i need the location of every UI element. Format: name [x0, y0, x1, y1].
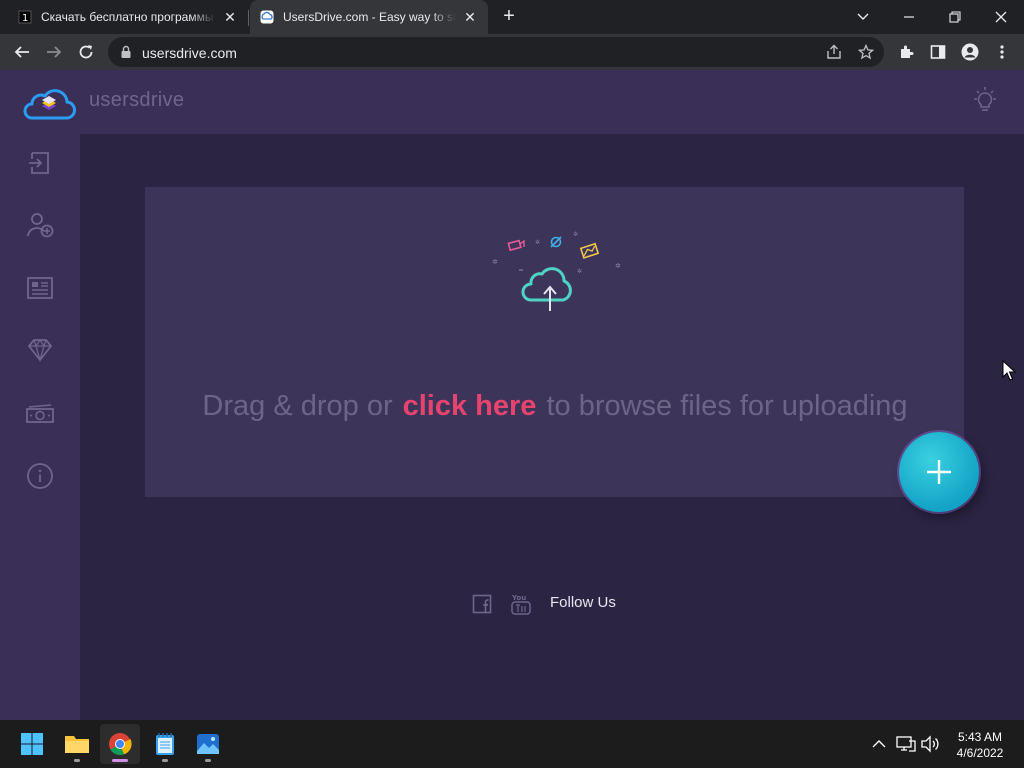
extensions-icon[interactable] [894, 40, 918, 64]
sidebar [0, 134, 80, 720]
upload-text-after: to browse files for uploading [546, 390, 908, 422]
page-content: usersdrive ✲ ✲ ✲ ✲ ✲ Drag & drop or clic… [0, 70, 1024, 720]
taskbar: 5:43 AM 4/6/2022 [0, 720, 1024, 768]
volume-icon[interactable] [920, 734, 940, 754]
share-icon[interactable] [824, 42, 844, 62]
usersdrive-logo-icon[interactable] [22, 82, 76, 127]
start-icon[interactable] [12, 724, 52, 764]
side-panel-icon[interactable] [926, 40, 950, 64]
clock-date: 4/6/2022 [956, 746, 1004, 760]
add-user-icon[interactable] [24, 209, 56, 241]
clock-time: 5:43 AM [957, 730, 1003, 744]
info-icon[interactable] [24, 460, 56, 492]
upload-dropzone[interactable]: ✲ ✲ ✲ ✲ ✲ Drag & drop or click here to bro… [145, 187, 964, 497]
minimize-icon[interactable] [886, 0, 932, 34]
add-file-button[interactable] [899, 432, 979, 512]
chrome-icon[interactable] [100, 724, 140, 764]
tab-strip: 1 Скачать бесплатно программы ✕ UsersDri… [0, 0, 1024, 34]
mouse-cursor-icon [1002, 359, 1017, 387]
usersdrive-icon [260, 10, 274, 24]
reload-icon[interactable] [72, 38, 100, 66]
tab-downloads[interactable]: 1 Скачать бесплатно программы ✕ [8, 0, 248, 34]
back-icon[interactable] [8, 38, 36, 66]
running-indicator [205, 759, 211, 762]
tab-search-icon[interactable] [840, 0, 886, 34]
address-bar[interactable]: usersdrive.com [108, 37, 884, 67]
svg-text:✲: ✲ [577, 268, 582, 275]
close-window-icon[interactable] [978, 0, 1024, 34]
browser-toolbar: usersdrive.com [0, 34, 1024, 70]
photos-icon[interactable] [188, 724, 228, 764]
news-icon[interactable] [24, 272, 56, 304]
lightbulb-icon[interactable] [970, 86, 1000, 121]
tab-title: UsersDrive.com - Easy way to share [283, 10, 456, 24]
site-header: usersdrive [0, 70, 1024, 134]
restore-icon[interactable] [932, 0, 978, 34]
money-icon[interactable] [24, 397, 56, 429]
svg-text:1: 1 [22, 13, 28, 24]
close-tab-icon[interactable]: ✕ [222, 9, 238, 25]
tab-separator [248, 10, 249, 26]
upload-text-before: Drag & drop or [202, 390, 393, 422]
follow-us-label: Follow Us [550, 594, 616, 611]
login-icon[interactable] [24, 147, 56, 179]
bookmark-star-icon[interactable] [856, 42, 876, 62]
network-icon[interactable] [896, 734, 916, 754]
svg-text:✲: ✲ [615, 262, 621, 270]
tab-title: Скачать бесплатно программы [41, 10, 214, 24]
profile-icon[interactable] [958, 40, 982, 64]
system-clock[interactable]: 5:43 AM 4/6/2022 [948, 729, 1012, 761]
svg-text:✲: ✲ [573, 231, 578, 238]
svg-text:You: You [511, 594, 526, 602]
menu-kebab-icon[interactable] [990, 40, 1014, 64]
chevron-up-icon[interactable] [869, 734, 889, 754]
file-explorer-icon[interactable] [57, 724, 97, 764]
svg-text:✲: ✲ [535, 239, 540, 246]
plus-icon [927, 460, 951, 484]
tab-usersdrive[interactable]: UsersDrive.com - Easy way to share ✕ [250, 0, 488, 34]
forward-icon[interactable] [40, 38, 68, 66]
diamond-icon[interactable] [24, 334, 56, 366]
click-here-link[interactable]: click here [403, 390, 537, 422]
brand-name[interactable]: usersdrive [89, 89, 184, 112]
new-tab-button[interactable]: + [498, 6, 520, 28]
lock-icon[interactable] [120, 45, 132, 64]
close-tab-icon[interactable]: ✕ [462, 9, 478, 25]
youtube-icon[interactable]: You [511, 592, 531, 616]
svg-text:✲: ✲ [492, 258, 498, 266]
dark-square-icon: 1 [18, 10, 32, 24]
facebook-icon[interactable] [472, 592, 492, 616]
cloud-upload-icon: ✲ ✲ ✲ ✲ ✲ [489, 230, 629, 325]
running-indicator [74, 759, 80, 762]
upload-instructions: Drag & drop or click here to browse files … [185, 387, 925, 425]
running-indicator [112, 759, 128, 762]
running-indicator [162, 759, 168, 762]
notepad-icon[interactable] [145, 724, 185, 764]
url-text[interactable]: usersdrive.com [142, 45, 237, 61]
